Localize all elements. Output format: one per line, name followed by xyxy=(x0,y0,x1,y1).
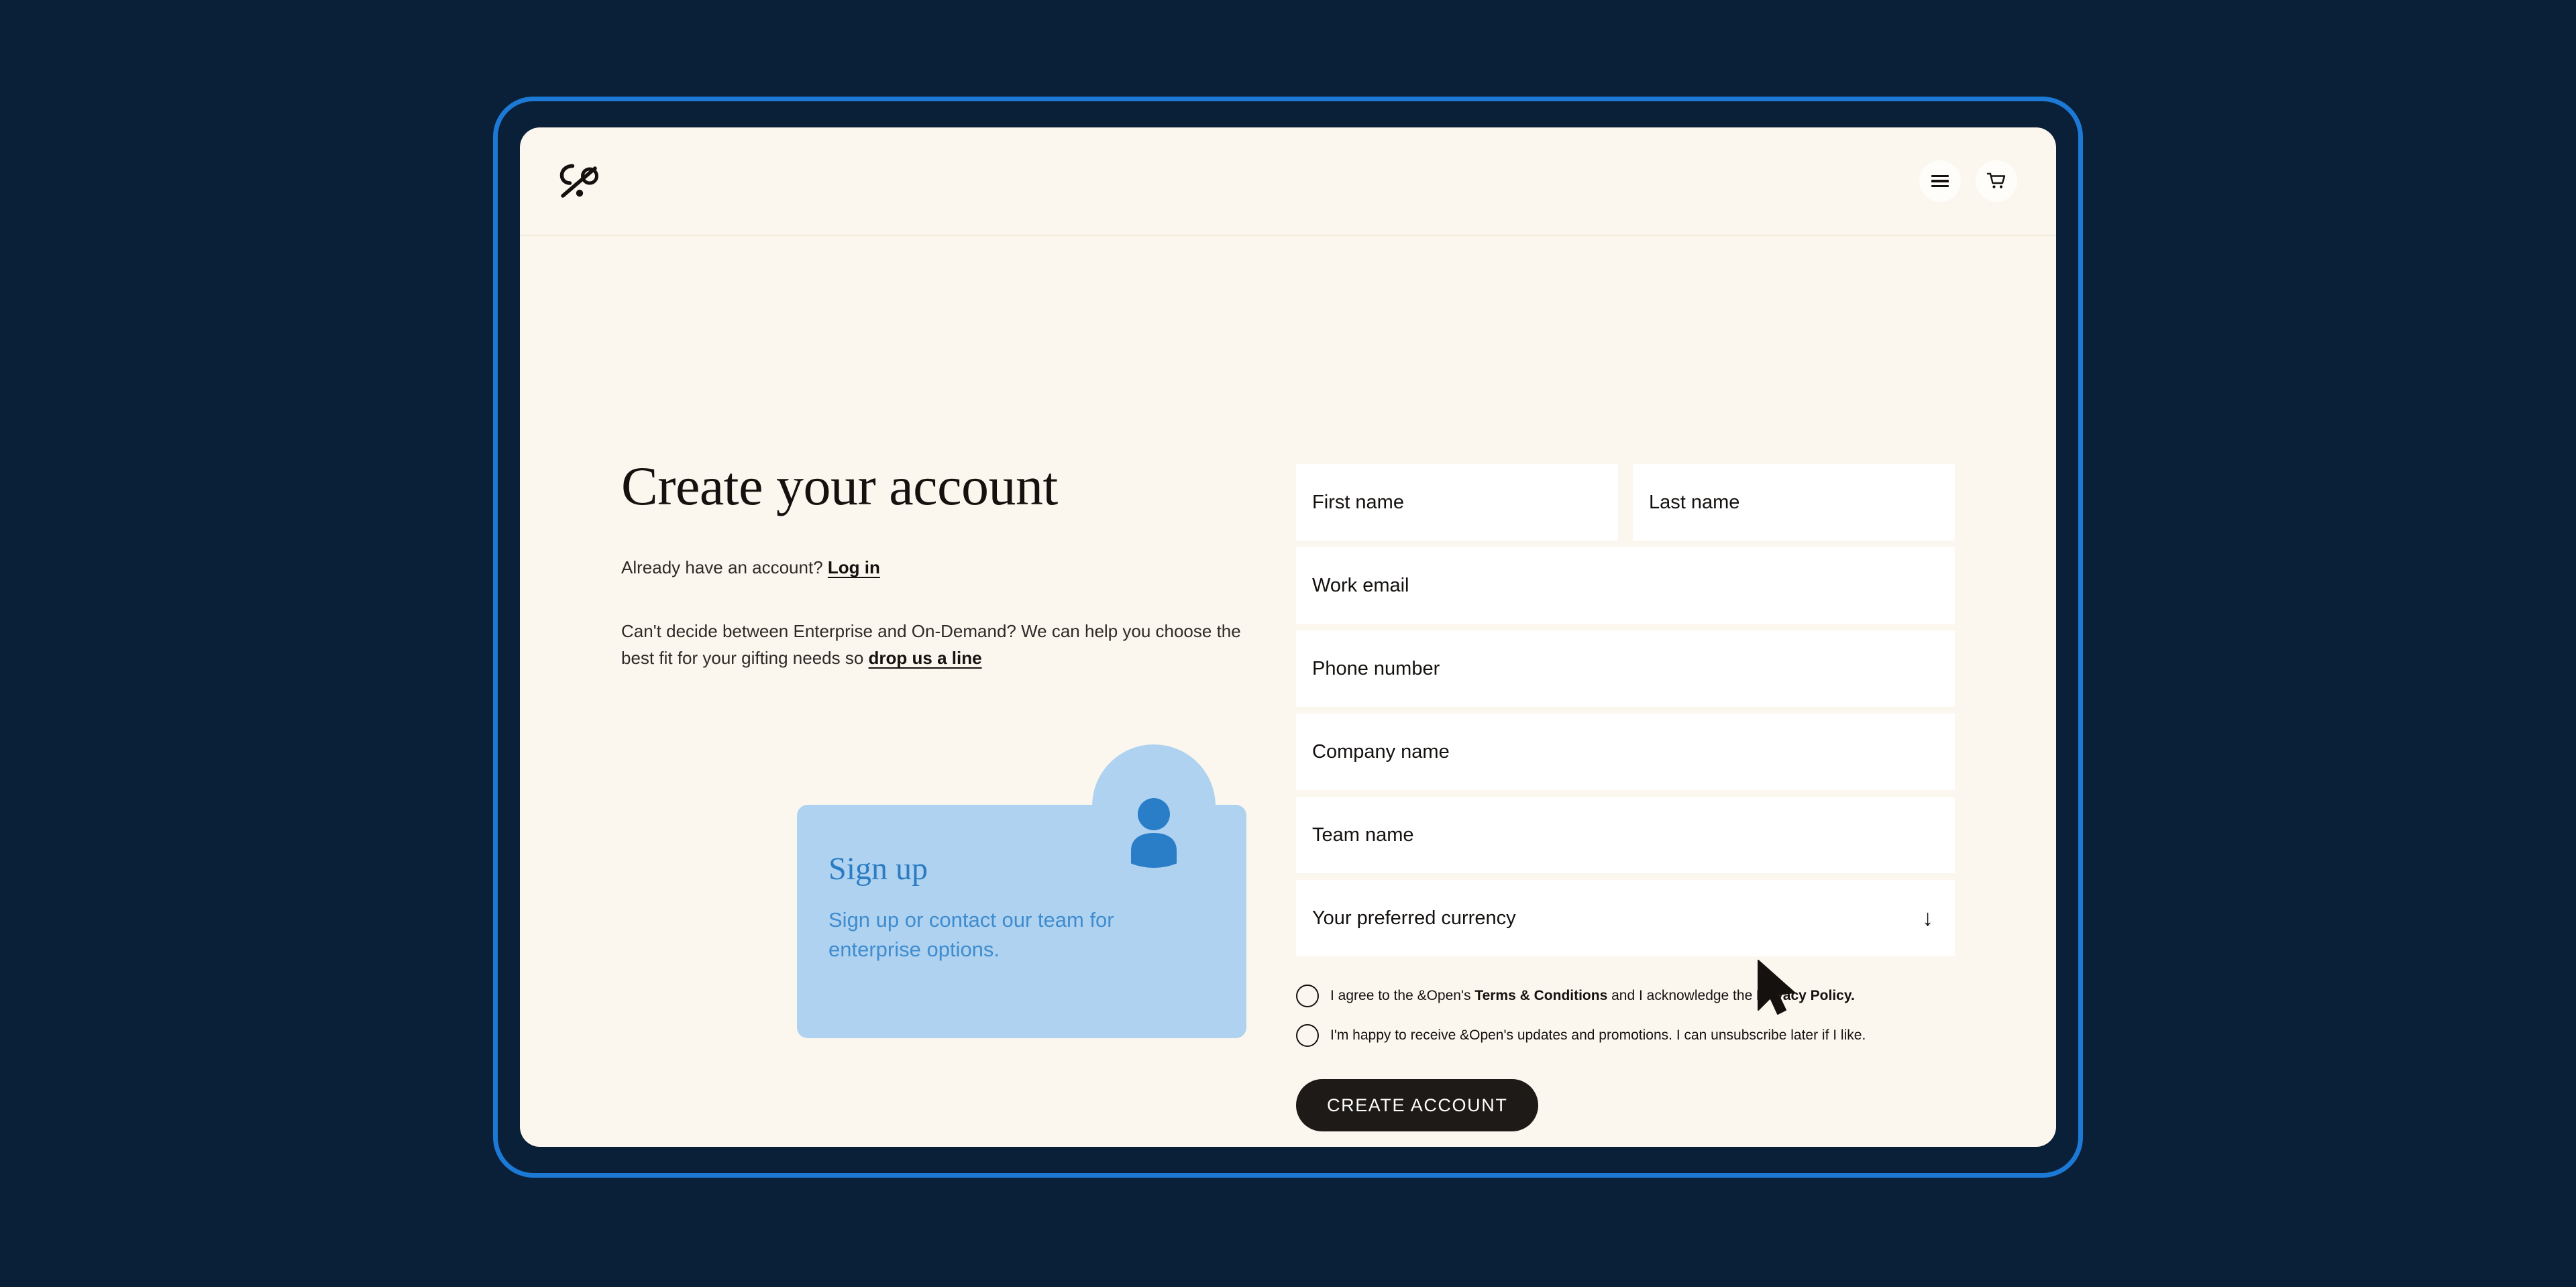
and-open-logo xyxy=(559,164,598,198)
consent-terms-row: I agree to the &Open's Terms & Condition… xyxy=(1296,985,1955,1007)
cart-button[interactable] xyxy=(1976,160,2017,202)
arrow-down-icon: ↓ xyxy=(1922,905,1933,931)
site-header xyxy=(520,127,2056,236)
work-email-label: Work email xyxy=(1312,574,1409,596)
login-prompt-text: Already have an account? xyxy=(621,557,828,578)
header-actions xyxy=(1919,160,2017,202)
marketing-checkbox[interactable] xyxy=(1296,1024,1319,1047)
callout-body-text: Sign up or contact our team for enterpri… xyxy=(828,908,1114,962)
company-name-label: Company name xyxy=(1312,740,1450,763)
team-name-label: Team name xyxy=(1312,824,1414,846)
callout-title: Sign up xyxy=(828,851,928,887)
callout-avatar xyxy=(1092,744,1216,868)
terms-consent-text: I agree to the &Open's Terms & Condition… xyxy=(1330,987,1855,1005)
name-row: First name Last name xyxy=(1296,464,1955,541)
consent-marketing-row: I'm happy to receive &Open's updates and… xyxy=(1296,1024,1955,1047)
brand-logo-link[interactable] xyxy=(559,162,603,200)
log-in-link[interactable]: Log in xyxy=(828,557,880,577)
signup-helper-text: Can't decide between Enterprise and On-D… xyxy=(621,618,1252,671)
phone-number-label: Phone number xyxy=(1312,657,1440,679)
last-name-label: Last name xyxy=(1649,491,1740,513)
currency-row: Your preferred currency ↓ xyxy=(1296,880,1955,956)
phone-number-field[interactable]: Phone number xyxy=(1296,630,1955,707)
signup-form: First name Last name Work email Phone nu… xyxy=(1296,464,1955,1131)
team-name-row: Team name xyxy=(1296,797,1955,873)
first-name-label: First name xyxy=(1312,491,1404,513)
phone-number-row: Phone number xyxy=(1296,630,1955,707)
page-body: Create your account Already have an acco… xyxy=(520,236,2056,1147)
login-prompt: Already have an account? Log in xyxy=(621,555,1258,579)
create-account-button[interactable]: CREATE ACCOUNT xyxy=(1296,1079,1539,1131)
shopping-cart-icon xyxy=(1986,172,2006,188)
terms-text-part1: I agree to the &Open's xyxy=(1330,988,1475,1004)
team-name-field[interactable]: Team name xyxy=(1296,797,1955,873)
privacy-policy-link[interactable]: Privacy Policy. xyxy=(1756,988,1855,1003)
currency-select-label: Your preferred currency xyxy=(1312,907,1516,929)
menu-button[interactable] xyxy=(1919,160,1961,202)
hamburger-menu-icon xyxy=(1931,175,1949,187)
consent-group: I agree to the &Open's Terms & Condition… xyxy=(1296,985,1955,1047)
company-name-row: Company name xyxy=(1296,714,1955,790)
marketing-consent-text: I'm happy to receive &Open's updates and… xyxy=(1330,1027,1866,1044)
drop-us-a-line-link[interactable]: drop us a line xyxy=(869,648,982,668)
company-name-field[interactable]: Company name xyxy=(1296,714,1955,790)
terms-checkbox[interactable] xyxy=(1296,985,1319,1007)
terms-and-conditions-link[interactable]: Terms & Conditions xyxy=(1474,988,1607,1003)
terms-text-part2: and I acknowledge the xyxy=(1607,988,1757,1004)
work-email-row: Work email xyxy=(1296,547,1955,624)
intro-column: Create your account Already have an acco… xyxy=(621,457,1258,672)
signup-callout: Sign up Sign up or contact our team for … xyxy=(797,744,1246,1038)
browser-window: Create your account Already have an acco… xyxy=(520,127,2056,1147)
page-title: Create your account xyxy=(621,455,1058,516)
last-name-field[interactable]: Last name xyxy=(1633,464,1955,541)
work-email-field[interactable]: Work email xyxy=(1296,547,1955,624)
first-name-field[interactable]: First name xyxy=(1296,464,1618,541)
currency-select[interactable]: Your preferred currency ↓ xyxy=(1296,880,1955,956)
user-avatar-icon xyxy=(1131,798,1177,868)
